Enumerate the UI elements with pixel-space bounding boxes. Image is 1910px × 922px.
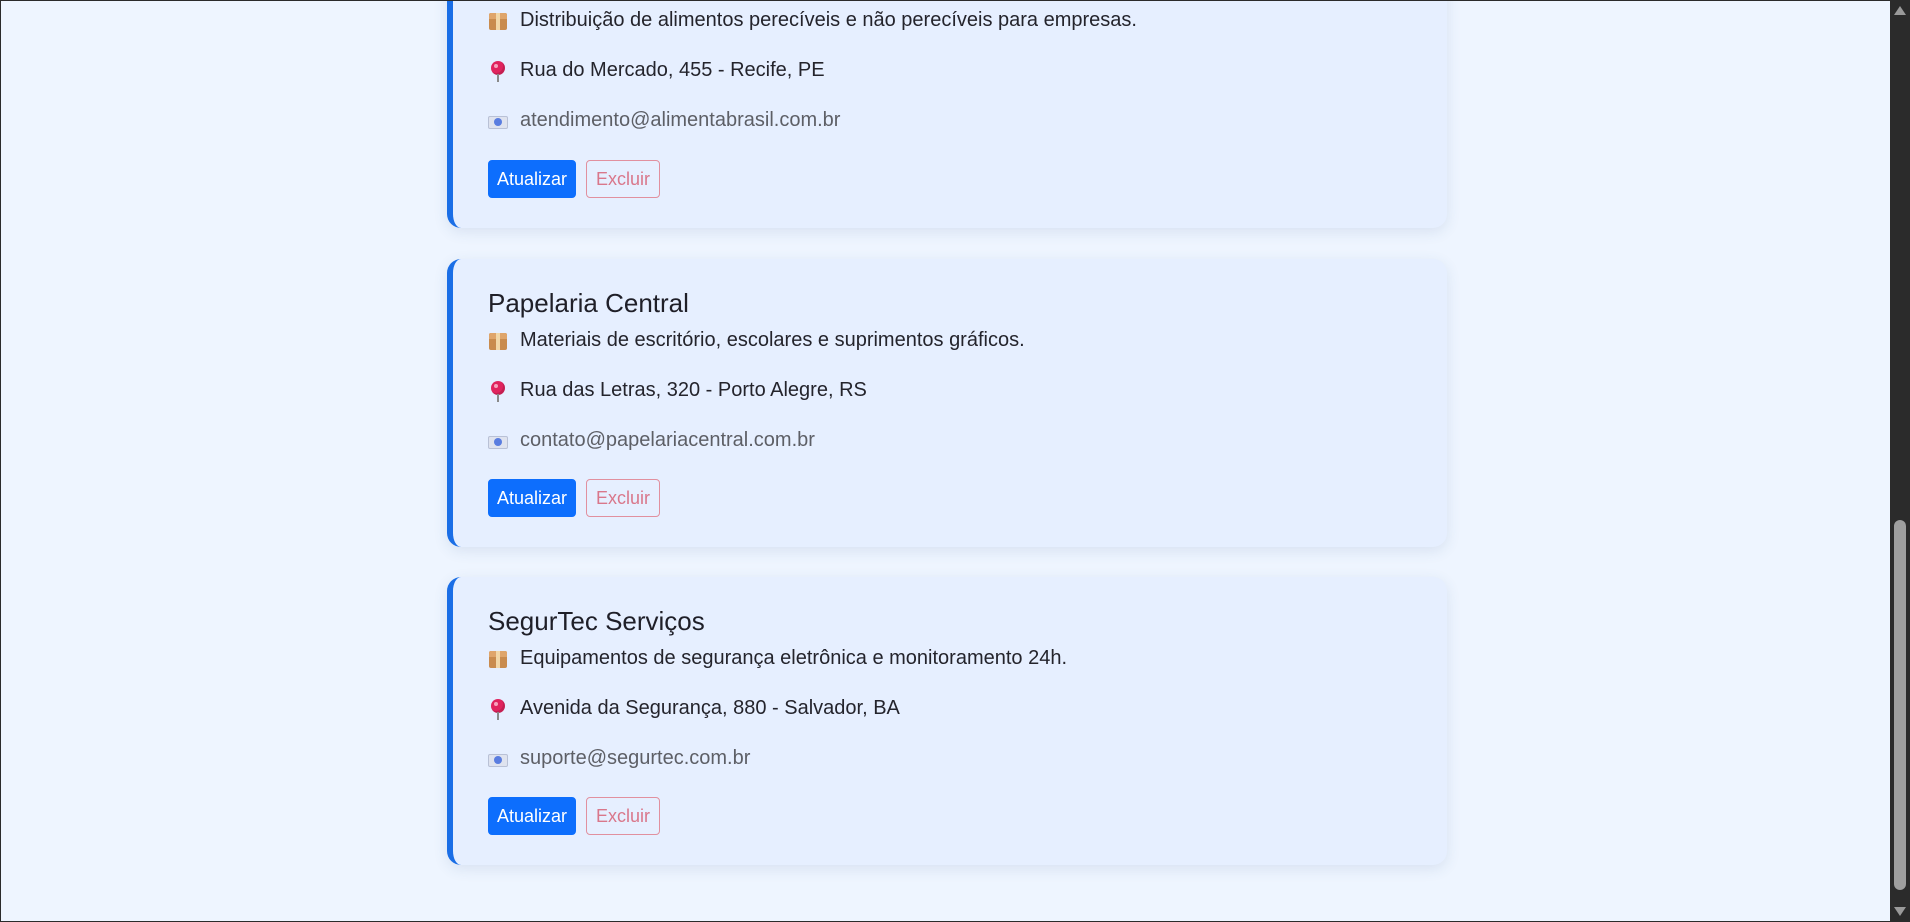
supplier-name: SegurTec Serviços: [488, 606, 705, 636]
package-icon: [488, 648, 508, 670]
round-pushpin-icon: [488, 380, 508, 402]
supplier-email: contato@papelariacentral.com.br: [488, 429, 815, 452]
supplier-description-text: Materiais de escritório, escolares e sup…: [520, 329, 1025, 351]
round-pushpin-icon: [488, 698, 508, 720]
email-icon: [488, 430, 508, 452]
supplier-address: Avenida da Segurança, 880 - Salvador, BA: [488, 697, 900, 720]
scrollbar-thumb[interactable]: [1894, 520, 1906, 890]
supplier-email-text: suporte@segurtec.com.br: [520, 747, 751, 769]
supplier-description: Equipamentos de segurança eletrônica e m…: [488, 647, 1067, 670]
supplier-description: Distribuição de alimentos perecíveis e n…: [488, 9, 1137, 32]
supplier-description: Materiais de escritório, escolares e sup…: [488, 329, 1025, 352]
delete-button[interactable]: Excluir: [586, 797, 660, 835]
supplier-actions: Atualizar Excluir: [488, 479, 660, 517]
scroll-up-arrow-icon[interactable]: [1894, 6, 1906, 15]
vertical-scrollbar[interactable]: [1890, 0, 1910, 922]
supplier-address-text: Avenida da Segurança, 880 - Salvador, BA: [520, 697, 900, 719]
supplier-email-text: atendimento@alimentabrasil.com.br: [520, 109, 841, 131]
supplier-description-text: Distribuição de alimentos perecíveis e n…: [520, 9, 1137, 31]
supplier-card: SegurTec Serviços Equipamentos de segura…: [447, 577, 1447, 865]
supplier-address: Rua do Mercado, 455 - Recife, PE: [488, 59, 825, 82]
supplier-name: Papelaria Central: [488, 288, 689, 318]
supplier-email: suporte@segurtec.com.br: [488, 747, 750, 770]
supplier-description-text: Equipamentos de segurança eletrônica e m…: [520, 647, 1068, 669]
scroll-down-arrow-icon[interactable]: [1894, 907, 1906, 916]
update-button[interactable]: Atualizar: [488, 160, 576, 198]
supplier-card: Papelaria Central Materiais de escritóri…: [447, 259, 1447, 547]
delete-button[interactable]: Excluir: [586, 160, 660, 198]
round-pushpin-icon: [488, 60, 508, 82]
supplier-actions: Atualizar Excluir: [488, 160, 660, 198]
page-viewport: Distribuição de alimentos perecíveis e n…: [1, 1, 1890, 921]
package-icon: [488, 10, 508, 32]
update-button[interactable]: Atualizar: [488, 479, 576, 517]
supplier-address-text: Rua do Mercado, 455 - Recife, PE: [520, 59, 825, 81]
email-icon: [488, 748, 508, 770]
package-icon: [488, 330, 508, 352]
supplier-card: Distribuição de alimentos perecíveis e n…: [447, 1, 1447, 228]
email-icon: [488, 110, 508, 132]
supplier-address: Rua das Letras, 320 - Porto Alegre, RS: [488, 379, 867, 402]
supplier-email: atendimento@alimentabrasil.com.br: [488, 109, 840, 132]
supplier-address-text: Rua das Letras, 320 - Porto Alegre, RS: [520, 379, 867, 401]
delete-button[interactable]: Excluir: [586, 479, 660, 517]
supplier-actions: Atualizar Excluir: [488, 797, 660, 835]
update-button[interactable]: Atualizar: [488, 797, 576, 835]
supplier-email-text: contato@papelariacentral.com.br: [520, 429, 815, 451]
